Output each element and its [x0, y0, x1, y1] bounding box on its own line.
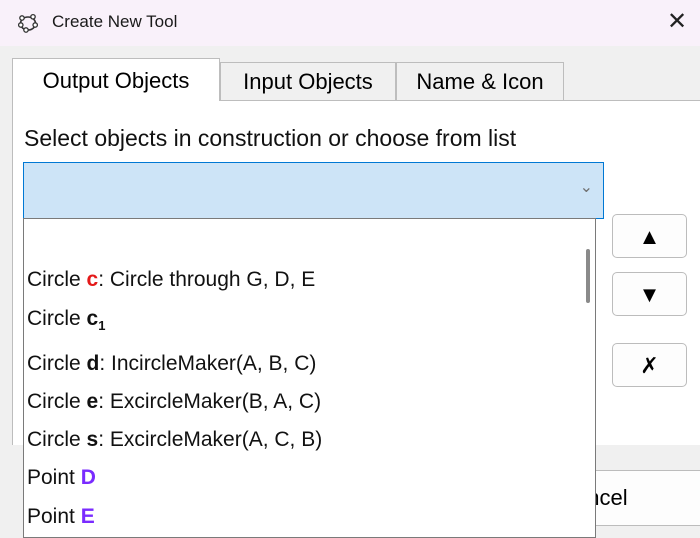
item-object-name: s [86, 428, 99, 451]
item-object-name: d [86, 352, 100, 375]
title-bar: Create New Tool ✕ [0, 0, 700, 46]
tab-name-and-icon[interactable]: Name & Icon [396, 62, 564, 100]
item-object-name: e [86, 390, 99, 413]
list-item[interactable]: Circle d: IncircleMaker(A, B, C) [27, 352, 316, 376]
list-item[interactable]: Point E [27, 505, 95, 529]
item-type: Circle [27, 268, 81, 291]
list-item[interactable]: Circle e: ExcircleMaker(B, A, C) [27, 390, 321, 414]
item-object-name: c [86, 268, 99, 291]
window-title: Create New Tool [52, 12, 178, 31]
remove-button[interactable]: ✗ [612, 343, 687, 387]
item-type: Circle [27, 390, 81, 413]
close-button[interactable]: ✕ [654, 0, 700, 46]
remove-icon: ✗ [640, 353, 659, 378]
item-type: Point [27, 466, 75, 489]
move-up-button[interactable]: ▲ [612, 214, 687, 258]
geogebra-tool-icon [18, 13, 38, 33]
arrow-down-icon: ▼ [638, 282, 661, 307]
item-type: Circle [27, 428, 81, 451]
panel-caption: Select objects in construction or choose… [24, 125, 517, 151]
tab-input-objects[interactable]: Input Objects [220, 62, 396, 100]
item-definition: : IncircleMaker(A, B, C) [99, 352, 317, 375]
item-definition: : Circle through G, D, E [98, 268, 316, 291]
tab-output-objects[interactable]: Output Objects [12, 58, 220, 101]
item-object-name: E [80, 505, 95, 528]
item-subscript: 1 [98, 318, 106, 333]
move-down-button[interactable]: ▼ [612, 272, 687, 316]
item-type: Circle [27, 307, 81, 330]
item-definition: : ExcircleMaker(A, C, B) [98, 428, 323, 451]
item-definition: : ExcircleMaker(B, A, C) [98, 390, 322, 413]
close-icon: ✕ [666, 8, 688, 35]
list-item[interactable]: Circle s: ExcircleMaker(A, C, B) [27, 428, 322, 452]
object-select-combobox[interactable]: ⌄ [23, 162, 604, 219]
item-object-name: D [80, 466, 96, 489]
item-object-name: c [86, 307, 99, 330]
arrow-up-icon: ▲ [638, 224, 661, 249]
object-dropdown-list[interactable]: Circle c: Circle through G, D, E Circle … [23, 218, 596, 538]
list-item[interactable]: Circle c: Circle through G, D, E [27, 268, 315, 292]
list-item[interactable]: Point D [27, 466, 96, 490]
list-item[interactable]: Circle c1 [27, 307, 105, 333]
chevron-down-icon: ⌄ [579, 179, 593, 196]
item-type: Circle [27, 352, 81, 375]
item-type: Point [27, 505, 75, 528]
scrollbar-thumb[interactable] [586, 249, 590, 303]
